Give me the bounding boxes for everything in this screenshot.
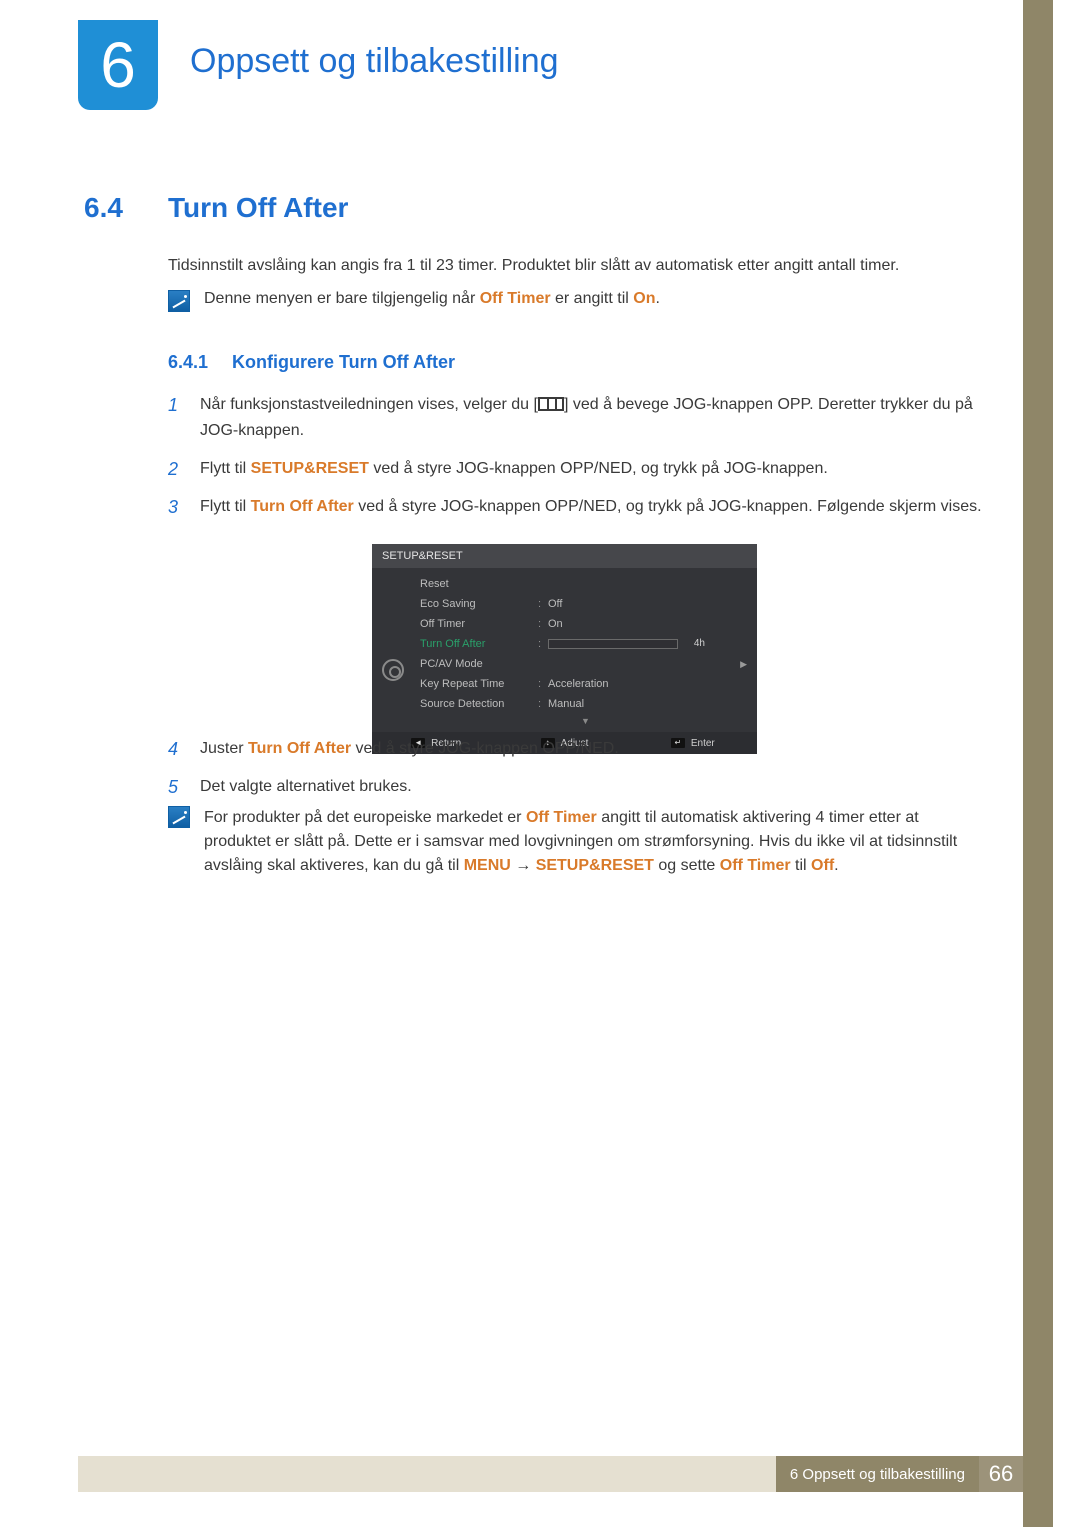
osd-screenshot: SETUP&RESET ResetEco Saving:OffOff Timer…	[372, 544, 757, 754]
note-text: For produkter på det europeiske markedet…	[204, 806, 988, 878]
footer-chapter: 6 Oppsett og tilbakestilling	[776, 1456, 979, 1492]
page-footer: 6 Oppsett og tilbakestilling 66	[78, 1456, 1023, 1492]
step-3: 3 Flytt til Turn Off After ved å styre J…	[168, 494, 988, 520]
osd-list: ResetEco Saving:OffOff Timer:OnTurn Off …	[414, 568, 757, 732]
side-column	[1023, 0, 1053, 1527]
osd-row: Turn Off After:4h	[414, 634, 757, 654]
note-eu-regulation: For produkter på det europeiske markedet…	[168, 806, 988, 878]
step-2: 2 Flytt til SETUP&RESET ved å styre JOG-…	[168, 456, 988, 482]
note-availability: Denne menyen er bare tilgjengelig når Of…	[168, 290, 988, 312]
step-4: 4 Juster Turn Off After ved å styre JOG-…	[168, 736, 988, 762]
osd-row: PC/AV Mode▶	[414, 654, 757, 674]
section-intro: Tidsinnstilt avslåing kan angis fra 1 ti…	[168, 254, 988, 278]
chevron-down-icon: ▼	[414, 714, 757, 728]
step-1: 1 Når funksjonstastveiledningen vises, v…	[168, 392, 988, 444]
osd-row: Source Detection:Manual	[414, 694, 757, 714]
osd-title: SETUP&RESET	[372, 544, 757, 568]
chapter-badge: 6	[78, 20, 158, 110]
section-number: 6.4	[84, 192, 123, 224]
steps-list: 1 Når funksjonstastveiledningen vises, v…	[168, 392, 988, 532]
osd-row: Reset	[414, 574, 757, 594]
gear-icon	[382, 659, 404, 681]
slider: 4h	[548, 639, 678, 649]
menu-icon	[538, 397, 564, 411]
section-title: Turn Off After	[168, 192, 348, 224]
footer-page-number: 66	[979, 1456, 1023, 1492]
note-text: Denne menyen er bare tilgjengelig når Of…	[204, 290, 660, 308]
subsection-title: Konfigurere Turn Off After	[232, 352, 455, 373]
note-icon	[168, 806, 190, 828]
osd-row: Eco Saving:Off	[414, 594, 757, 614]
chapter-number: 6	[100, 28, 136, 102]
chevron-right-icon: ▶	[740, 659, 747, 670]
subsection-number: 6.4.1	[168, 352, 208, 373]
chapter-title: Oppsett og tilbakestilling	[190, 42, 559, 81]
osd-row: Key Repeat Time:Acceleration	[414, 674, 757, 694]
osd-row: Off Timer:On	[414, 614, 757, 634]
steps-list-2: 4 Juster Turn Off After ved å styre JOG-…	[168, 736, 988, 812]
note-icon	[168, 290, 190, 312]
step-5: 5 Det valgte alternativet brukes.	[168, 774, 988, 800]
